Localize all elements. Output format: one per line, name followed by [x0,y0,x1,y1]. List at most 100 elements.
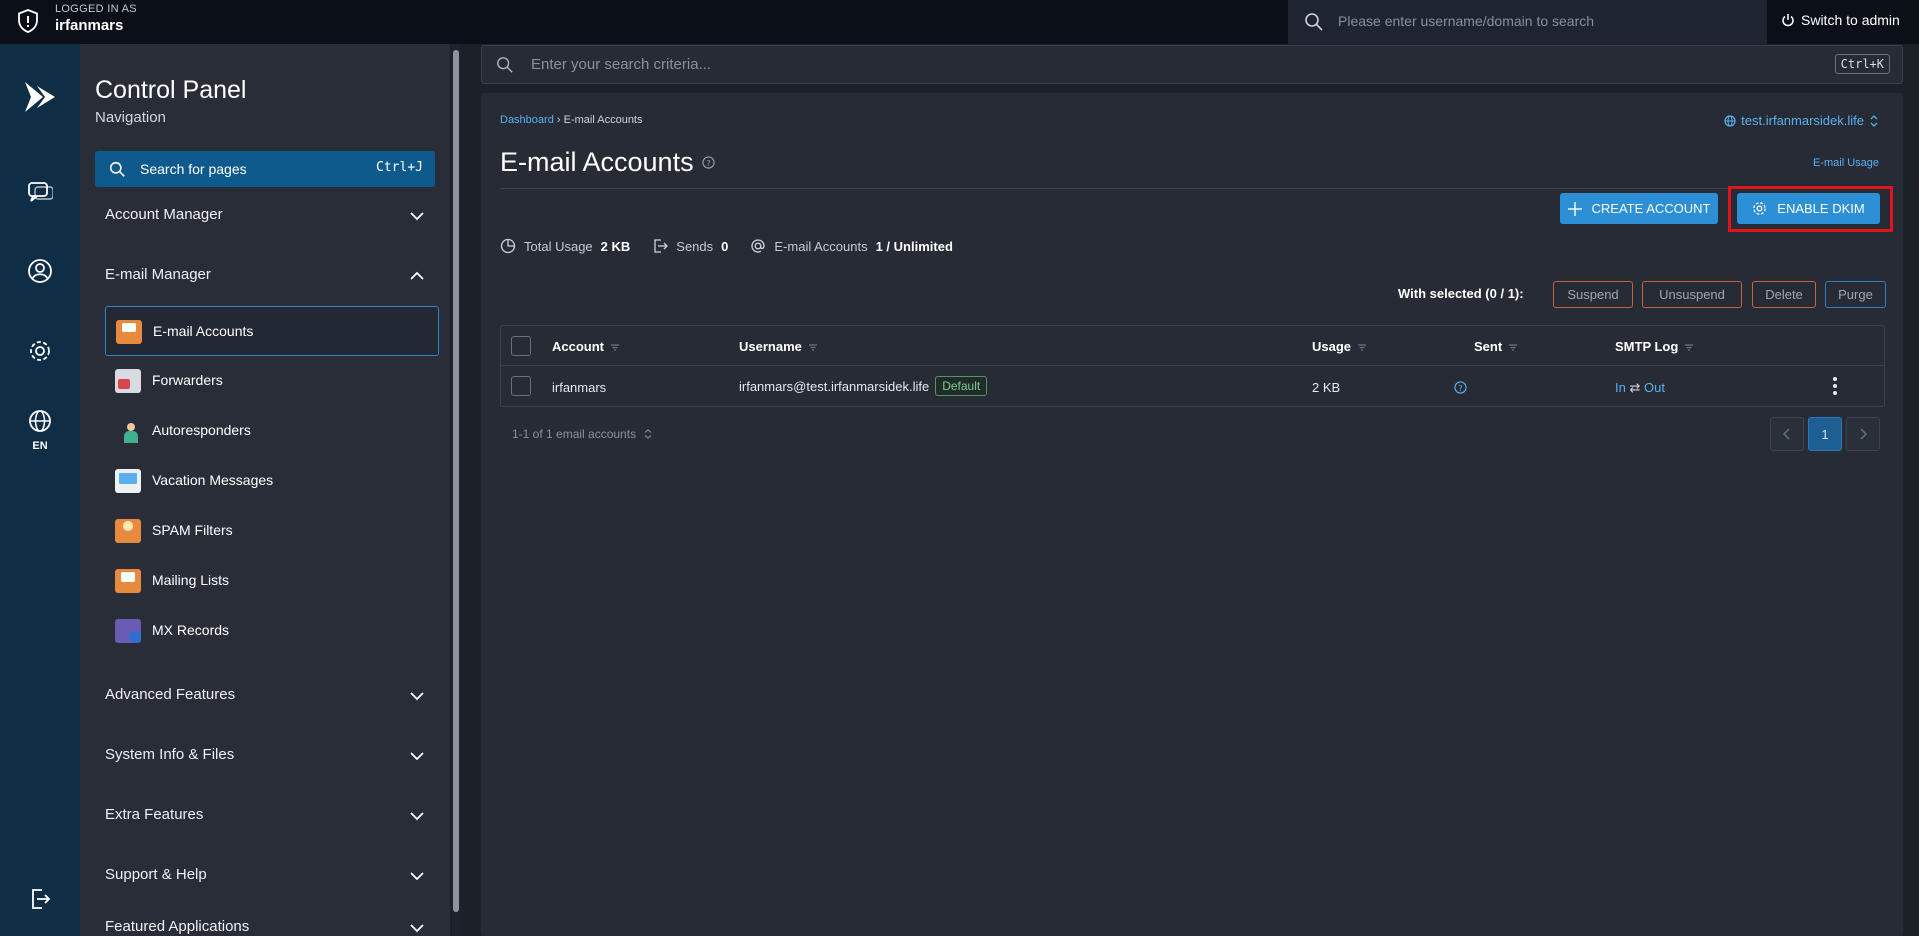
app-logo-icon[interactable] [21,78,59,116]
plus-icon [1567,201,1582,216]
global-search-input[interactable]: Enter your search criteria... Ctrl+K [481,45,1903,84]
page-search-label: Search for pages [140,161,247,177]
create-account-button[interactable]: CREATE ACCOUNT [1560,193,1718,224]
smtp-out-link[interactable]: Out [1644,380,1665,395]
nav-item-forwarders[interactable]: Forwarders [105,356,439,406]
nav-section-label: Extra Features [105,806,204,823]
vacation-messages-icon [115,469,141,493]
column-header-usage[interactable]: Usage [1312,339,1367,354]
power-icon [1782,14,1794,27]
nav-item-label: Vacation Messages [152,472,274,488]
pagination-page-button[interactable]: 1 [1808,417,1842,451]
create-account-label: CREATE ACCOUNT [1591,201,1711,216]
user-profile-icon[interactable] [27,258,53,284]
email-accounts-icon [116,320,142,344]
pagination-info[interactable]: 1-1 of 1 email accounts [512,427,652,441]
nav-subtitle: Navigation [95,109,166,126]
nav-section-extra-features[interactable]: Extra Features [105,806,425,832]
nav-section-system-info[interactable]: System Info & Files [105,746,425,772]
help-icon[interactable]: ? [701,156,715,169]
sort-icon [1509,343,1518,351]
column-header-sent[interactable]: Sent [1474,339,1518,354]
column-header-username[interactable]: Username [739,339,818,354]
purge-button[interactable]: Purge [1825,281,1886,308]
enable-dkim-label: ENABLE DKIM [1777,201,1865,216]
column-header-label: SMTP Log [1615,339,1679,354]
column-header-account[interactable]: Account [552,339,620,354]
globe-icon [1724,114,1736,127]
switch-to-admin-label: Switch to admin [1801,12,1900,28]
column-header-smtp-log[interactable]: SMTP Log [1615,339,1694,354]
language-label[interactable]: EN [0,440,80,452]
nav-section-advanced-features[interactable]: Advanced Features [105,686,425,712]
nav-item-mx-records[interactable]: MX Records [105,606,439,656]
cell-smtp-log: In ⇄ Out [1615,380,1665,396]
globe-icon[interactable] [27,408,53,434]
send-out-icon [654,239,669,253]
cell-username: irfanmars@test.irfanmarsidek.life Defaul… [739,374,988,398]
nav-section-account-manager[interactable]: Account Manager [105,206,425,232]
cell-username-text: irfanmars@test.irfanmarsidek.life [739,378,930,394]
chevron-updown-icon [644,429,652,439]
mx-records-icon [115,619,141,643]
chat-icon[interactable] [27,179,53,205]
nav-scrollbar-thumb[interactable] [453,50,459,912]
switch-to-admin-button[interactable]: Switch to admin [1781,12,1900,28]
email-usage-link[interactable]: E-mail Usage [1813,157,1879,169]
page-search-button[interactable]: Search for pages Ctrl+J [95,151,435,187]
chevron-down-icon [410,812,424,821]
icon-rail: EN [0,44,80,936]
nav-section-label: Advanced Features [105,686,236,703]
nav-section-support-help[interactable]: Support & Help [105,866,425,892]
nav-item-mailing-lists[interactable]: Mailing Lists [105,556,439,606]
search-icon [497,57,513,73]
delete-button[interactable]: Delete [1752,281,1816,308]
gear-icon[interactable] [27,338,53,364]
row-select-checkbox[interactable] [511,376,531,396]
breadcrumb-current: E-mail Accounts [563,114,643,126]
nav-item-label: MX Records [152,622,230,638]
enable-dkim-button[interactable]: ENABLE DKIM [1737,193,1880,224]
suspend-button[interactable]: Suspend [1553,281,1633,308]
domain-selector-value: test.irfanmarsidek.life [1741,113,1864,128]
nav-section-label: System Info & Files [105,746,235,763]
global-search-shortcut: Ctrl+K [1834,54,1890,74]
chevron-right-icon [1860,428,1867,440]
nav-section-featured-applications[interactable]: Featured Applications [105,918,425,936]
breadcrumb-dashboard-link[interactable]: Dashboard [500,114,554,126]
nav-section-email-manager[interactable]: E-mail Manager [105,266,425,292]
nav-title: Control Panel [95,76,247,104]
stat-sends: Sends 0 [652,238,728,254]
page-title: E-mail Accounts ? [500,147,715,178]
nav-item-spam-filters[interactable]: SPAM Filters [105,506,439,556]
pagination-prev-button[interactable] [1770,417,1804,451]
unsuspend-button[interactable]: Unsuspend [1642,281,1742,308]
forwarders-icon [115,369,141,393]
user-domain-search-input[interactable]: Please enter username/domain to search [1288,0,1767,44]
gear-icon [1753,202,1767,215]
nav-item-autoresponders[interactable]: Autoresponders [105,406,439,456]
nav-item-label: Forwarders [152,372,223,388]
nav-item-email-accounts[interactable]: E-mail Accounts [105,306,439,356]
domain-selector[interactable]: test.irfanmarsidek.life [1724,113,1879,128]
chevron-down-icon [410,872,424,881]
stat-label: Sends [676,238,714,254]
smtp-arrow: ⇄ [1629,380,1641,395]
sort-icon [1685,343,1694,351]
chevron-down-icon [410,924,424,933]
pagination-next-button[interactable] [1846,417,1880,451]
chevron-left-icon [1783,428,1790,440]
select-all-checkbox[interactable] [511,336,531,356]
cell-usage: 2 KB [1312,380,1341,395]
help-icon[interactable]: ? [1454,381,1467,394]
smtp-in-link[interactable]: In [1615,380,1626,395]
nav-item-vacation-messages[interactable]: Vacation Messages [105,456,439,506]
more-options-icon[interactable] [1832,376,1838,396]
column-header-label: Account [552,339,604,354]
spam-filters-icon [115,519,141,543]
nav-scrollbar[interactable] [452,44,460,936]
logged-in-label: LOGGED IN AS [55,3,137,15]
logout-icon[interactable] [27,886,53,912]
default-badge: Default [935,376,988,396]
top-bar: LOGGED IN AS irfanmars Please enter user… [0,0,1919,44]
